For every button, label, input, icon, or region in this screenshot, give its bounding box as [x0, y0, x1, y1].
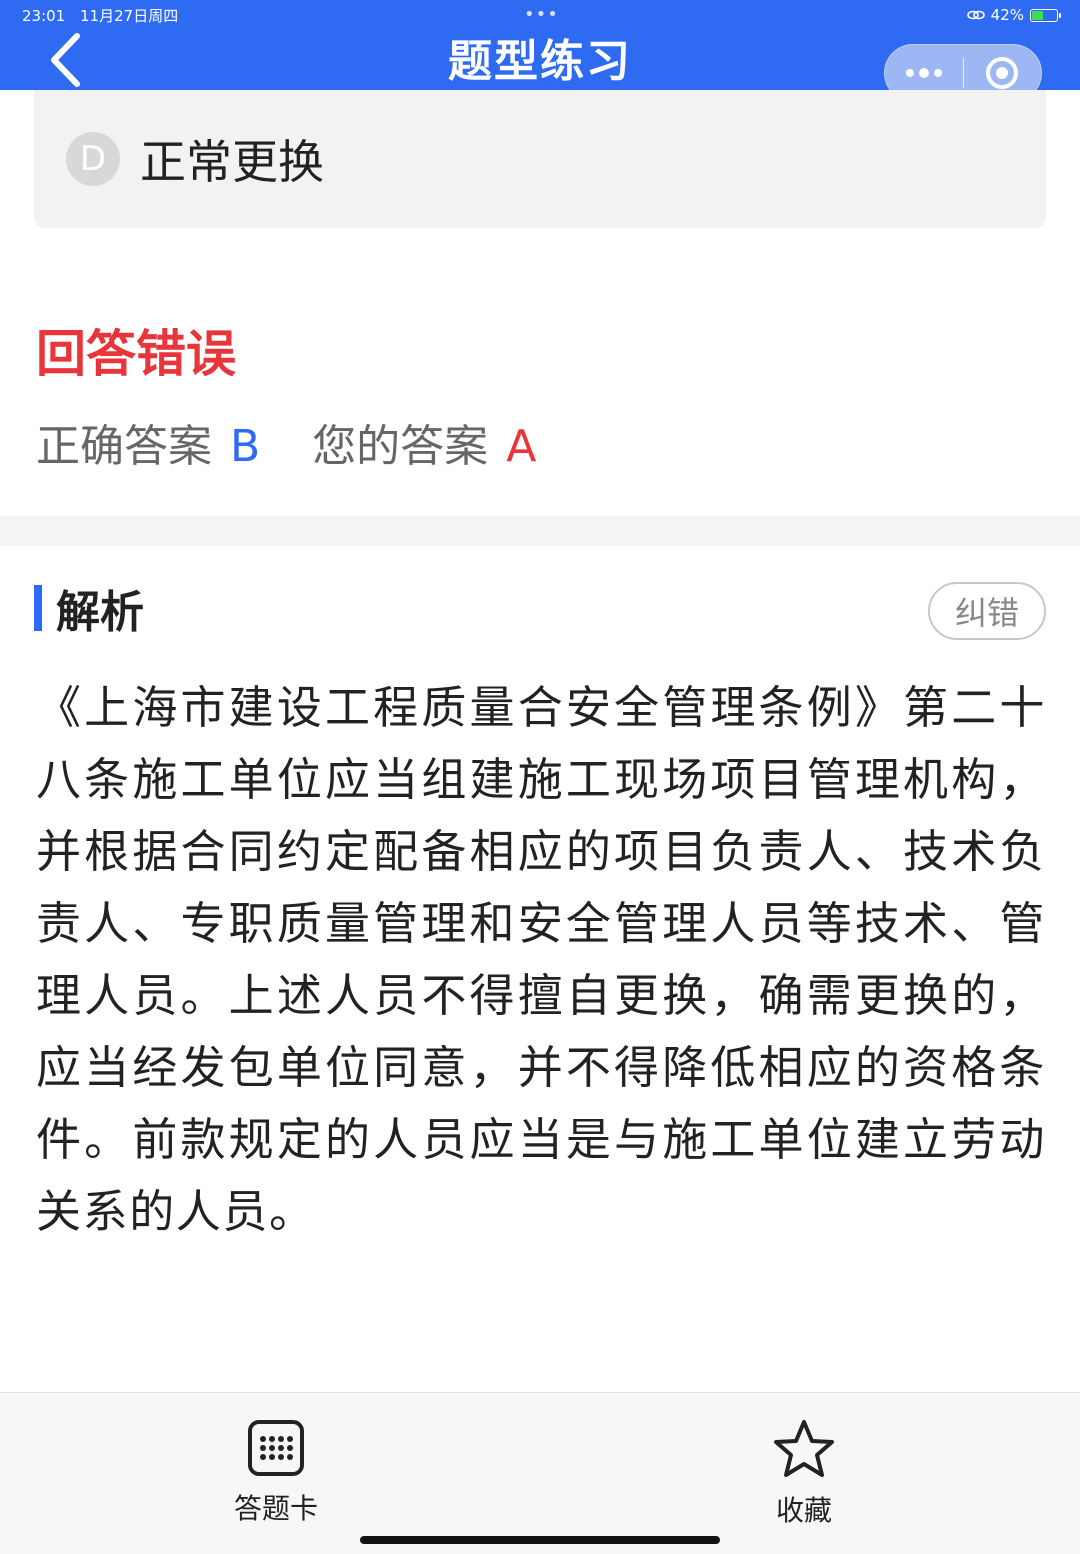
result-status: 回答错误 — [36, 325, 236, 383]
section-accent-bar — [34, 585, 42, 631]
option-letter: D — [66, 132, 120, 186]
star-icon — [774, 1420, 834, 1477]
analysis-text: 《上海市建设工程质量合安全管理条例》第二十八条施工单位应当组建施工现场项目管理机… — [36, 681, 1046, 1238]
your-answer-value: A — [506, 421, 537, 472]
home-indicator[interactable] — [360, 1536, 720, 1544]
battery-percent: 42% — [990, 6, 1024, 24]
multitask-dots-icon[interactable]: ••• — [524, 4, 559, 25]
analysis-header: 解析 — [34, 582, 144, 638]
correct-answer-label: 正确答案 — [36, 421, 212, 472]
grid-icon — [248, 1420, 304, 1476]
status-bar-right: 42% — [966, 5, 1061, 25]
correct-answer-value: B — [230, 421, 261, 472]
status-date: 11月27日周四 — [80, 7, 179, 25]
answer-card-label: 答题卡 — [233, 1492, 318, 1525]
answer-summary: 正确答案 B 您的答案 A — [36, 418, 536, 476]
report-error-button[interactable]: 纠错 — [928, 582, 1046, 640]
page: 23:01 11月27日周四 ••• 42% 题型练习 D 正常更换 回答错误 … — [0, 0, 1080, 1554]
status-bar-left: 23:01 11月27日周四 — [22, 6, 188, 26]
bottom-bar: 答题卡 收藏 — [0, 1392, 1080, 1554]
section-divider — [0, 516, 1080, 546]
more-dots-icon — [905, 68, 942, 78]
option-text: 正常更换 — [140, 135, 324, 189]
link-icon — [966, 10, 985, 20]
target-circle-icon — [986, 57, 1019, 89]
status-time: 23:01 — [22, 7, 66, 25]
answer-card-button[interactable]: 答题卡 — [206, 1419, 346, 1527]
favorite-label: 收藏 — [775, 1494, 832, 1527]
your-answer-label: 您的答案 — [312, 421, 489, 472]
battery-icon — [1030, 8, 1061, 22]
favorite-button[interactable]: 收藏 — [734, 1419, 874, 1529]
option-d[interactable]: D 正常更换 — [34, 90, 1046, 228]
analysis-title: 解析 — [56, 587, 144, 638]
